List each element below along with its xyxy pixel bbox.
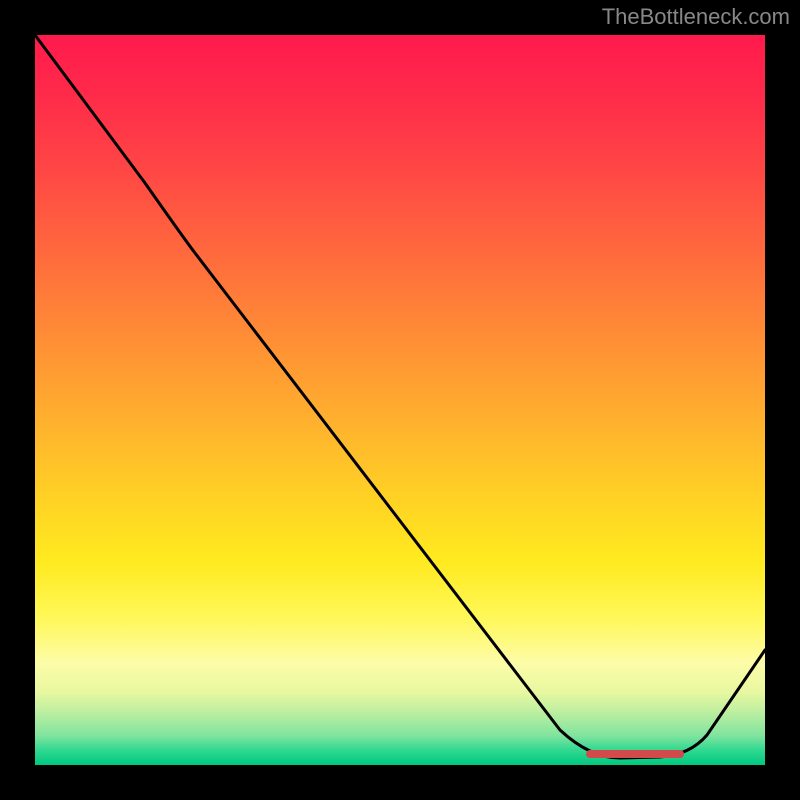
bottleneck-curve (35, 35, 765, 758)
watermark-text: TheBottleneck.com (602, 4, 790, 30)
chart-frame: TheBottleneck.com (0, 0, 800, 800)
curve-overlay (35, 35, 765, 765)
plot-area (35, 35, 765, 765)
